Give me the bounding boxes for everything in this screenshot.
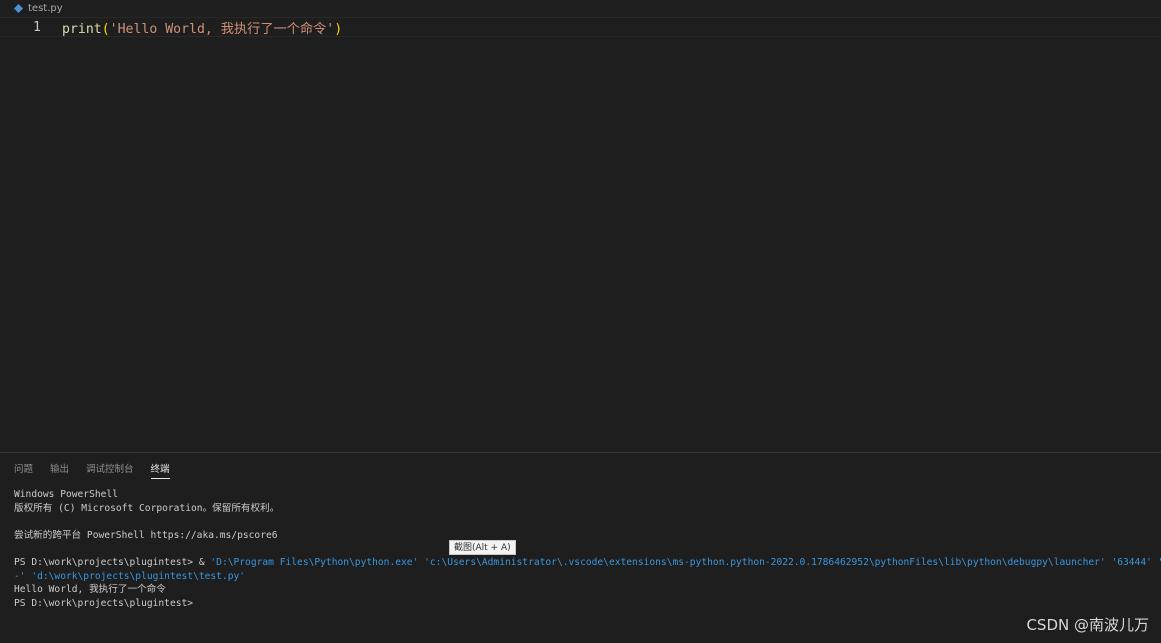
watermark: CSDN @南波儿万 [1026,616,1149,634]
bottom-panel: 问题 输出 调试控制台 终端 Windows PowerShell 版权所有 (… [0,452,1161,643]
code-editor[interactable]: 1 print('Hello World, 我执行了一个命令') [0,16,1161,451]
terminal-line: 尝试新的跨平台 PowerShell https://aka.ms/pscore… [14,529,278,541]
line-number: 1 [33,19,41,35]
terminal-prompt[interactable]: PS D:\work\projects\plugintest> [14,597,1154,611]
code-function: print [62,21,102,37]
code-open-paren: ( [101,21,110,37]
panel-tabs: 问题 输出 调试控制台 终端 [14,461,187,479]
terminal-line: 版权所有 (C) Microsoft Corporation。保留所有权利。 [14,502,280,514]
tab-problems[interactable]: 问题 [14,461,33,479]
tab-debug-console[interactable]: 调试控制台 [86,461,134,479]
breadcrumb[interactable]: test.py [0,0,1161,16]
terminal-program-output: Hello World, 我执行了一个命令 [14,584,166,596]
terminal-ampersand: & [198,556,211,568]
screenshot-tooltip: 截图(Alt + A) [449,540,516,555]
terminal-command: 'D:\Program Files\Python\python.exe' 'c:… [210,556,1161,568]
python-file-icon [14,3,23,13]
tab-output[interactable]: 输出 [50,461,69,479]
code-line-1[interactable]: 1 print('Hello World, 我执行了一个命令') [0,17,1161,37]
code-string: 'Hello World, 我执行了一个命令' [109,21,335,37]
terminal-command-line: -' 'd:\work\projects\plugintest\test.py' [14,570,1154,584]
terminal-prompt: PS D:\work\projects\plugintest> [14,556,199,568]
code-text[interactable]: print('Hello World, 我执行了一个命令') [62,18,342,37]
terminal-output[interactable]: Windows PowerShell 版权所有 (C) Microsoft Co… [14,488,1161,611]
terminal-command-line: PS D:\work\projects\plugintest> & 'D:\Pr… [14,556,1161,570]
breadcrumb-file-name[interactable]: test.py [28,3,63,14]
terminal-line: Windows PowerShell [14,489,118,500]
code-close-paren: ) [334,21,343,37]
terminal-command-cont: -' 'd:\work\projects\plugintest\test.py' [14,570,246,582]
vscode-window: test.py 1 print('Hello World, 我执行了一个命令')… [0,0,1161,643]
tab-terminal[interactable]: 终端 [150,461,170,479]
